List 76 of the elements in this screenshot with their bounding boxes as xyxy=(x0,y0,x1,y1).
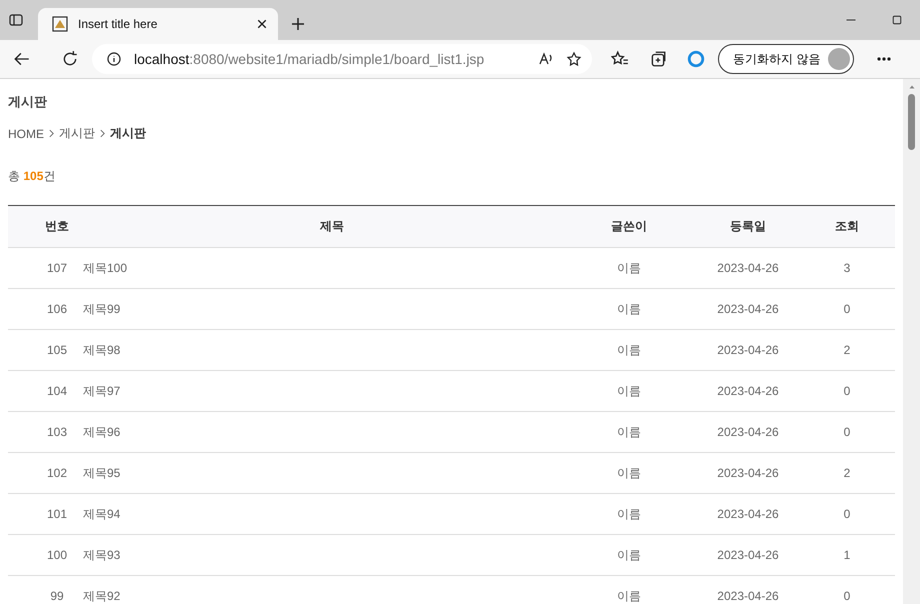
table-cell-text: 이름 xyxy=(616,382,642,400)
back-icon[interactable] xyxy=(13,50,31,68)
table-cell-text: 이름 xyxy=(616,300,642,318)
table-cell-text: 제목98 xyxy=(82,342,122,358)
close-icon[interactable] xyxy=(256,18,268,30)
table-cell-text: 2023-04-26 xyxy=(716,343,780,357)
column-header: 등록일 xyxy=(729,218,767,235)
table-cell-text: 이름 xyxy=(616,506,642,522)
chevron-icon xyxy=(98,129,107,138)
table-cell-text: 2023-04-26 xyxy=(716,466,780,480)
breadcrumb-item: 게시판 xyxy=(110,125,146,142)
column-header: 글쓴이 xyxy=(610,218,648,235)
refresh-icon[interactable] xyxy=(61,50,79,68)
table-cell-text: 이름 xyxy=(616,588,642,604)
column-header: 조회 xyxy=(834,218,860,235)
tab-title: Insert title here xyxy=(78,17,158,31)
maximize-icon[interactable] xyxy=(891,14,903,26)
table-cell-text: 이름 xyxy=(616,546,642,564)
table-cell-text: 이름 xyxy=(616,342,642,358)
breadcrumb-item[interactable]: HOME xyxy=(8,126,44,140)
table-cell-text: 2023-04-26 xyxy=(716,425,780,439)
table-cell-text: 100 xyxy=(46,548,68,562)
table-cell-text: 0 xyxy=(842,302,852,316)
table-cell-text: 102 xyxy=(46,466,68,480)
table-cell-text: 2023-04-26 xyxy=(716,302,780,316)
table-cell-text: 제목93 xyxy=(82,546,122,564)
table-cell-text: 이름 xyxy=(616,260,642,276)
breadcrumb-item[interactable]: 게시판 xyxy=(59,125,95,142)
table-cell-text: 0 xyxy=(842,507,852,521)
table-cell-text: 2023-04-26 xyxy=(716,261,780,275)
table-cell-text: 0 xyxy=(842,589,852,603)
table-cell-text: 103 xyxy=(46,425,68,439)
column-header: 번호 xyxy=(44,218,70,235)
table-cell-text: 2023-04-26 xyxy=(716,507,780,521)
table-cell-text: 0 xyxy=(842,425,852,439)
table-cell-text: 제목100 xyxy=(82,260,128,276)
table-cell-text: 99 xyxy=(49,589,65,603)
table-cell-text: 2 xyxy=(842,343,852,357)
table-cell-text: 107 xyxy=(46,261,68,275)
collections-icon[interactable] xyxy=(649,50,667,68)
table-cell-text: 2023-04-26 xyxy=(716,589,780,603)
table-cell-text: 2023-04-26 xyxy=(716,384,780,398)
browser-tab[interactable]: Insert title here xyxy=(38,8,278,40)
new-tab-icon[interactable] xyxy=(290,16,306,32)
table-cell-text: 2 xyxy=(842,466,852,480)
table-cell-text: 제목94 xyxy=(82,506,122,522)
info-icon xyxy=(106,51,122,67)
read-aloud-icon[interactable] xyxy=(538,51,554,67)
scrollbar-thumb[interactable] xyxy=(908,94,915,150)
total-count: 총 105건 xyxy=(8,168,56,185)
table-cell-text: 제목97 xyxy=(82,382,122,400)
chevron-icon xyxy=(47,129,56,138)
table-cell-text: 104 xyxy=(46,384,68,398)
table-cell-text: 101 xyxy=(46,507,68,521)
table-cell-text: 제목96 xyxy=(82,424,122,440)
sync-button[interactable]: 동기화하지 않음 xyxy=(718,44,854,74)
tab-actions-icon[interactable] xyxy=(8,12,24,28)
table-cell-text: 105 xyxy=(46,343,68,357)
table-cell-text: 0 xyxy=(842,384,852,398)
table-cell-text: 2023-04-26 xyxy=(716,548,780,562)
column-header: 제목 xyxy=(319,218,345,235)
browser-logo-icon[interactable] xyxy=(687,50,705,68)
table-cell-text: 제목95 xyxy=(82,464,122,482)
table-cell-text: 제목92 xyxy=(82,588,122,604)
table-cell-text: 제목99 xyxy=(82,300,122,318)
address-bar[interactable]: localhost:8080/website1/mariadb/simple1/board_list1.jsp xyxy=(92,44,592,74)
scroll-up-icon xyxy=(908,83,916,91)
table-cell-text: 106 xyxy=(46,302,68,316)
favorite-add-icon[interactable] xyxy=(566,51,582,67)
table-cell-text: 이름 xyxy=(616,424,642,440)
page-favicon-icon xyxy=(52,16,68,32)
table-cell-text: 이름 xyxy=(616,464,642,482)
page-heading: 게시판 xyxy=(8,93,48,111)
table-cell-text: 3 xyxy=(842,261,852,275)
table-cell-text: 1 xyxy=(842,548,852,562)
avatar-icon xyxy=(828,48,850,70)
